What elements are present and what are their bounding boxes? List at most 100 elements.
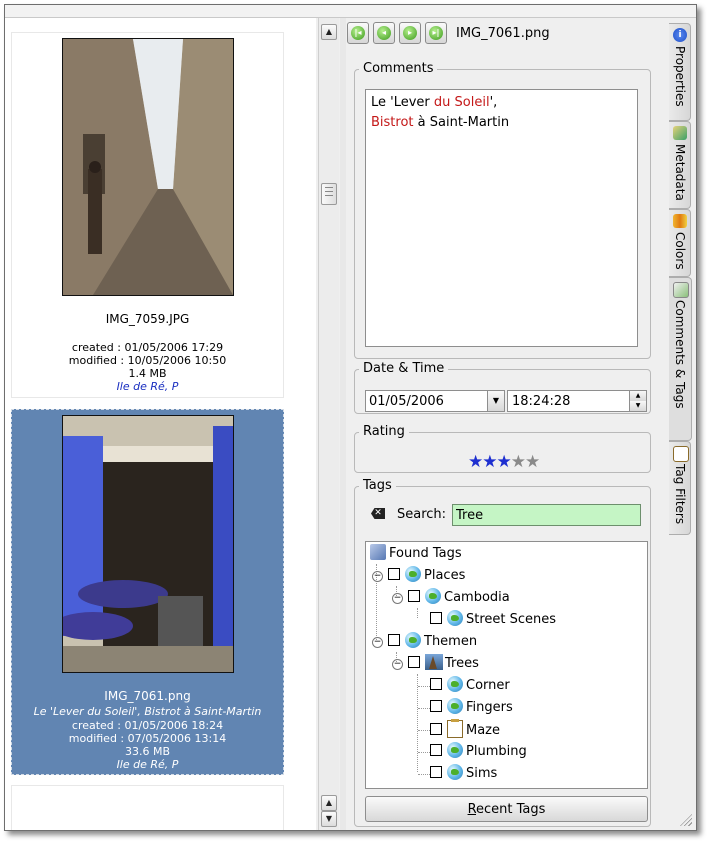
comments-group: Comments Le 'Lever du Soleil', Bistrot à…: [354, 62, 651, 359]
tree-node-fingers[interactable]: Fingers: [430, 698, 513, 718]
comments-legend: Comments: [363, 61, 434, 76]
tree-node-plumbing[interactable]: Plumbing: [430, 742, 527, 762]
tag-checkbox[interactable]: [430, 678, 442, 690]
tab-label: Metadata: [673, 144, 687, 201]
last-arrow-icon: ▸|: [429, 26, 443, 40]
tree-node-label: Trees: [445, 656, 479, 671]
time-spinbox[interactable]: 18:24:28 ▲ ▼: [507, 390, 647, 412]
tab-metadata[interactable]: Metadata: [669, 121, 691, 209]
tree-node-cambodia[interactable]: − Cambodia: [392, 588, 510, 608]
first-image-button[interactable]: |◂: [347, 22, 369, 44]
tree-node-label: Places: [424, 568, 466, 583]
thumbnail-place: Ile de Ré, P: [116, 758, 179, 771]
tree-guide: [418, 708, 430, 709]
metadata-icon: [673, 126, 687, 140]
tree-node-label: Corner: [466, 678, 510, 693]
collapse-icon[interactable]: −: [392, 593, 403, 604]
recent-tags-button[interactable]: Recent Tags: [365, 796, 648, 822]
thumbnail-scrollbar[interactable]: ▲ ▲ ▼: [318, 18, 339, 830]
tag-search-input[interactable]: [452, 504, 641, 526]
tree-node-corner[interactable]: Corner: [430, 676, 510, 696]
tag-checkbox[interactable]: [408, 590, 420, 602]
digikam-window: IMG_7059.JPG created : 01/05/2006 17:29 …: [4, 4, 697, 831]
tag-checkbox[interactable]: [408, 656, 420, 668]
tag-tree[interactable]: Found Tags − Places − Cambodia Street Scen…: [365, 541, 648, 789]
next-image-button[interactable]: ▸: [399, 22, 421, 44]
comment-text: à Saint-Martin: [413, 115, 510, 130]
prev-image-button[interactable]: ◂: [373, 22, 395, 44]
first-arrow-icon: |◂: [351, 26, 365, 40]
tree-node-street-scenes[interactable]: Street Scenes: [430, 610, 556, 630]
tree-guide: [417, 608, 418, 618]
tree-node-label: Found Tags: [389, 546, 462, 561]
scroll-up-button-bottom[interactable]: ▲: [321, 795, 337, 811]
thumbnail-created: created : 01/05/2006 17:29: [71, 341, 224, 354]
tab-tag-filters[interactable]: Tag Filters: [669, 441, 691, 535]
tab-label: Comments & Tags: [673, 300, 687, 409]
thumbnail-size: 33.6 MB: [124, 745, 171, 758]
sidebar-tabs: i Properties Metadata Colors Comments & …: [669, 17, 695, 830]
thumbnail-item[interactable]: IMG_7059.JPG created : 01/05/2006 17:29 …: [11, 32, 284, 398]
thumbnail-item-selected[interactable]: IMG_7061.png Le 'Lever du Soleil', Bistr…: [11, 409, 284, 775]
tag-checkbox[interactable]: [430, 766, 442, 778]
tree-node-label: Sims: [466, 766, 498, 781]
tree-node-found-tags[interactable]: Found Tags: [370, 544, 462, 564]
comment-text: ',: [489, 95, 498, 110]
comment-line-2: Bistrot à Saint-Martin: [371, 113, 632, 133]
star-empty-icon[interactable]: ★★: [511, 452, 541, 472]
alley-photo-image: [63, 39, 233, 295]
tree-node-maze[interactable]: Maze: [430, 719, 501, 740]
tree-guide: [418, 774, 430, 775]
tree-node-themen[interactable]: − Themen: [372, 632, 477, 652]
date-combobox[interactable]: 01/05/2006 ▼: [365, 390, 505, 412]
photo-thumbnail[interactable]: [62, 38, 234, 296]
time-value: 18:24:28: [512, 394, 571, 409]
rating-stars[interactable]: ★★★★★: [468, 452, 541, 472]
mnemonic-letter: R: [467, 802, 477, 817]
tree-node-places[interactable]: − Places: [372, 566, 465, 586]
tab-comments-tags[interactable]: Comments & Tags: [669, 277, 692, 441]
rating-group: Rating ★★★★★: [354, 425, 651, 473]
spin-up-icon[interactable]: ▲: [629, 391, 646, 401]
last-image-button[interactable]: ▸|: [425, 22, 447, 44]
pane-splitter[interactable]: [340, 18, 346, 830]
comment-editor[interactable]: Le 'Lever du Soleil', Bistrot à Saint-Ma…: [365, 89, 638, 347]
tab-colors[interactable]: Colors: [669, 209, 691, 277]
star-filled-icon[interactable]: ★★★: [468, 452, 512, 472]
thumbnail-filename: IMG_7059.JPG: [105, 312, 190, 326]
tree-node-trees[interactable]: − Trees: [392, 654, 479, 674]
comment-line-1: Le 'Lever du Soleil',: [371, 93, 632, 113]
rating-legend: Rating: [363, 424, 405, 439]
scroll-up-button[interactable]: ▲: [321, 24, 337, 40]
tag-checkbox[interactable]: [430, 612, 442, 624]
tag-checkbox[interactable]: [430, 723, 442, 735]
scroll-down-button[interactable]: ▼: [321, 811, 337, 827]
search-label: Search:: [397, 507, 447, 522]
photo-thumbnail[interactable]: [62, 415, 234, 673]
globe-icon: [447, 742, 463, 758]
collapse-icon[interactable]: −: [372, 571, 383, 582]
tag-checkbox[interactable]: [388, 634, 400, 646]
tree-node-label: Maze: [466, 723, 501, 738]
globe-icon: [405, 632, 421, 648]
collapse-icon[interactable]: −: [392, 659, 403, 670]
bistrot-photo-image: [63, 416, 233, 672]
thumbnail-view[interactable]: IMG_7059.JPG created : 01/05/2006 17:29 …: [5, 18, 316, 830]
date-time-legend: Date & Time: [363, 361, 445, 376]
thumbnail-item[interactable]: [11, 785, 284, 830]
tab-label: Colors: [673, 232, 687, 270]
tag-checkbox[interactable]: [388, 568, 400, 580]
tab-properties[interactable]: i Properties: [669, 23, 691, 121]
globe-icon: [447, 698, 463, 714]
thumbnail-modified: modified : 07/05/2006 13:14: [68, 732, 227, 745]
clear-search-icon[interactable]: ✕: [371, 508, 385, 519]
tag-checkbox[interactable]: [430, 700, 442, 712]
tag-checkbox[interactable]: [430, 744, 442, 756]
prev-arrow-icon: ◂: [377, 26, 391, 40]
spin-down-icon[interactable]: ▼: [629, 401, 646, 411]
collapse-icon[interactable]: −: [372, 637, 383, 648]
chevron-down-icon[interactable]: ▼: [487, 391, 504, 411]
tree-node-sims[interactable]: Sims: [430, 764, 497, 784]
scroll-thumb[interactable]: [321, 183, 337, 205]
comment-text-highlight: du Soleil: [433, 95, 490, 110]
